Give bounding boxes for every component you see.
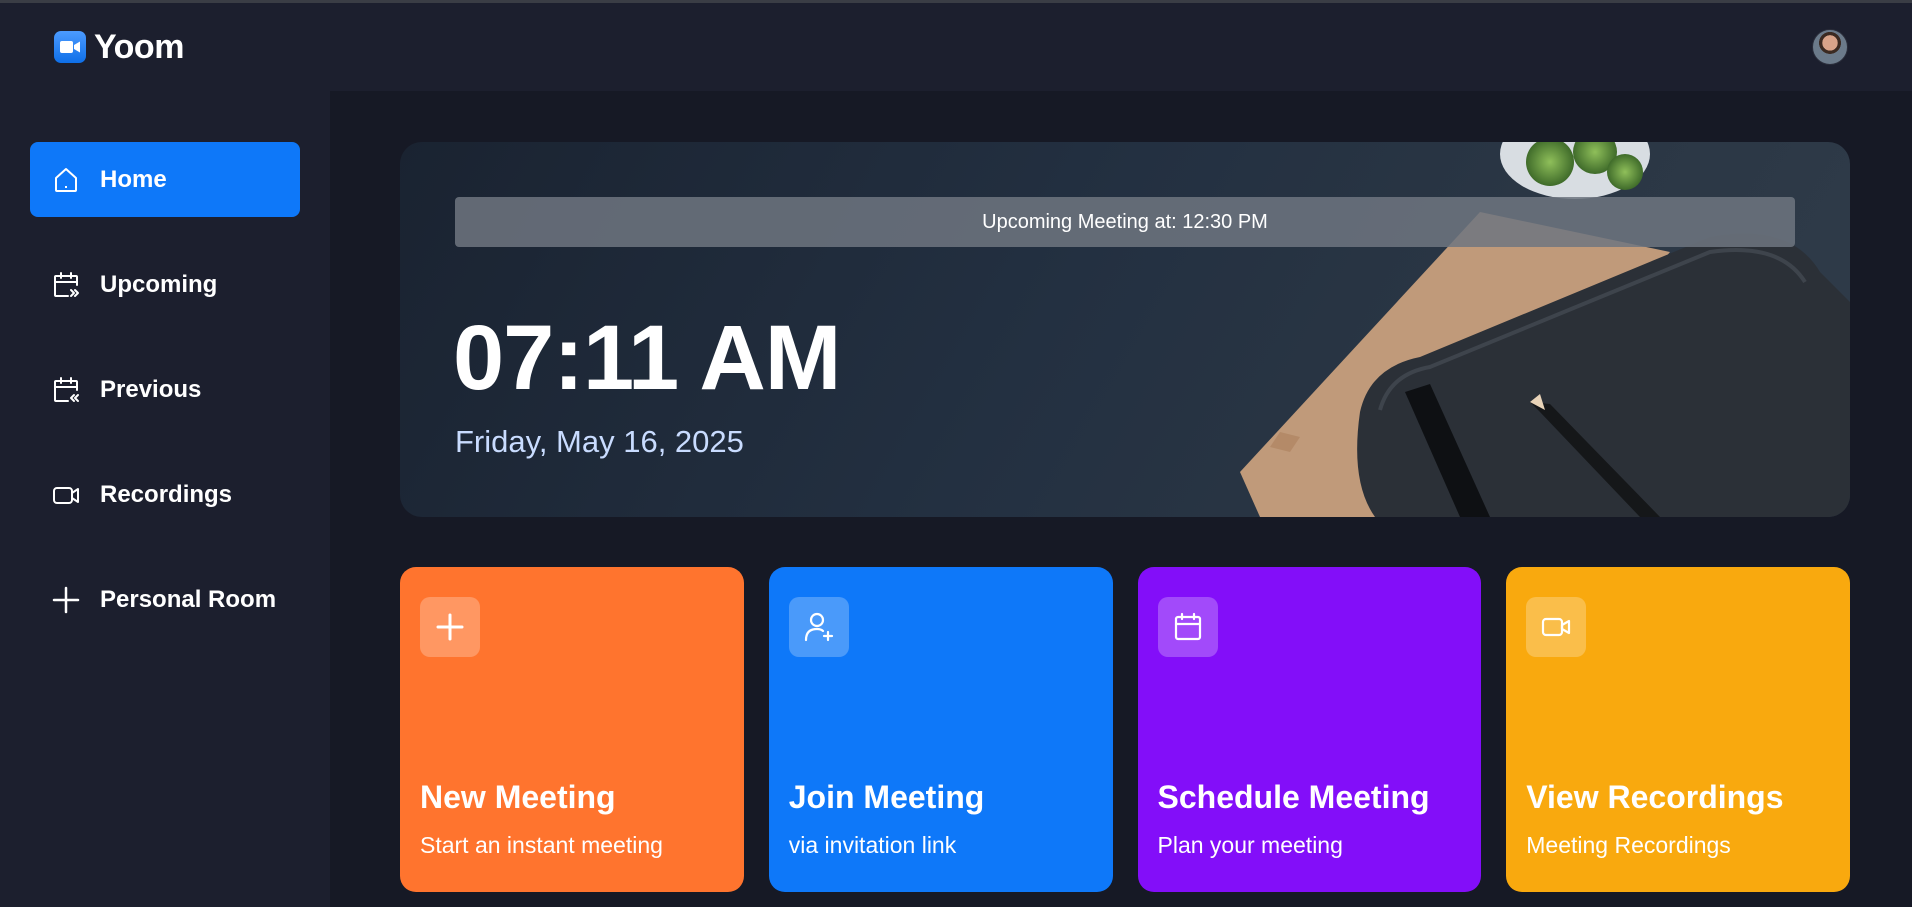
join-meeting-card[interactable]: Join Meeting via invitation link [768,567,1113,892]
card-title: View Recordings [1526,779,1784,815]
top-navbar: Yoom [0,3,1912,91]
app-logo[interactable]: Yoom [54,28,184,67]
upcoming-meeting-banner: Upcoming Meeting at: 12:30 PM [455,197,1795,247]
sidebar-item-label: Recordings [100,480,233,508]
new-meeting-card[interactable]: New Meeting Start an instant meeting [400,567,744,892]
sidebar-item-upcoming[interactable]: Upcoming [30,247,300,322]
calendar-icon [1157,597,1218,657]
hero-banner: Upcoming Meeting at: 12:30 PM 07:11 AM F… [400,142,1850,517]
sidebar-item-previous[interactable]: Previous [30,352,300,427]
video-icon [53,486,79,504]
action-cards: New Meeting Start an instant meeting Joi… [400,567,1850,892]
sidebar-item-label: Home [100,165,167,193]
user-avatar[interactable] [1812,29,1848,65]
current-time: 07:11 AM [453,307,841,409]
video-icon [1526,597,1587,657]
card-subtitle: Start an instant meeting [420,832,663,858]
sidebar: Home Upcoming Previous Recordings Person… [0,91,330,907]
view-recordings-card[interactable]: View Recordings Meeting Recordings [1506,567,1850,892]
sidebar-item-label: Previous [100,375,202,403]
plus-icon [52,586,80,613]
user-add-icon [788,597,849,657]
sidebar-item-label: Upcoming [100,270,218,298]
schedule-meeting-card[interactable]: Schedule Meeting Plan your meeting [1137,567,1482,892]
card-subtitle: Plan your meeting [1157,832,1343,858]
app-name: Yoom [94,27,184,66]
card-title: New Meeting [420,779,616,815]
sidebar-item-personal-room[interactable]: Personal Room [30,562,300,637]
video-camera-icon [54,31,86,63]
sidebar-item-home[interactable]: Home [30,142,300,217]
card-title: Join Meeting [788,779,985,815]
calendar-back-icon [54,376,79,402]
sidebar-item-recordings[interactable]: Recordings [30,457,300,532]
home-icon [55,167,77,192]
plus-icon [420,597,480,657]
calendar-forward-icon [54,271,79,297]
current-date: Friday, May 16, 2025 [455,424,744,459]
sidebar-item-label: Personal Room [100,585,277,613]
card-subtitle: via invitation link [788,832,957,858]
card-title: Schedule Meeting [1157,779,1430,815]
card-subtitle: Meeting Recordings [1526,832,1731,858]
